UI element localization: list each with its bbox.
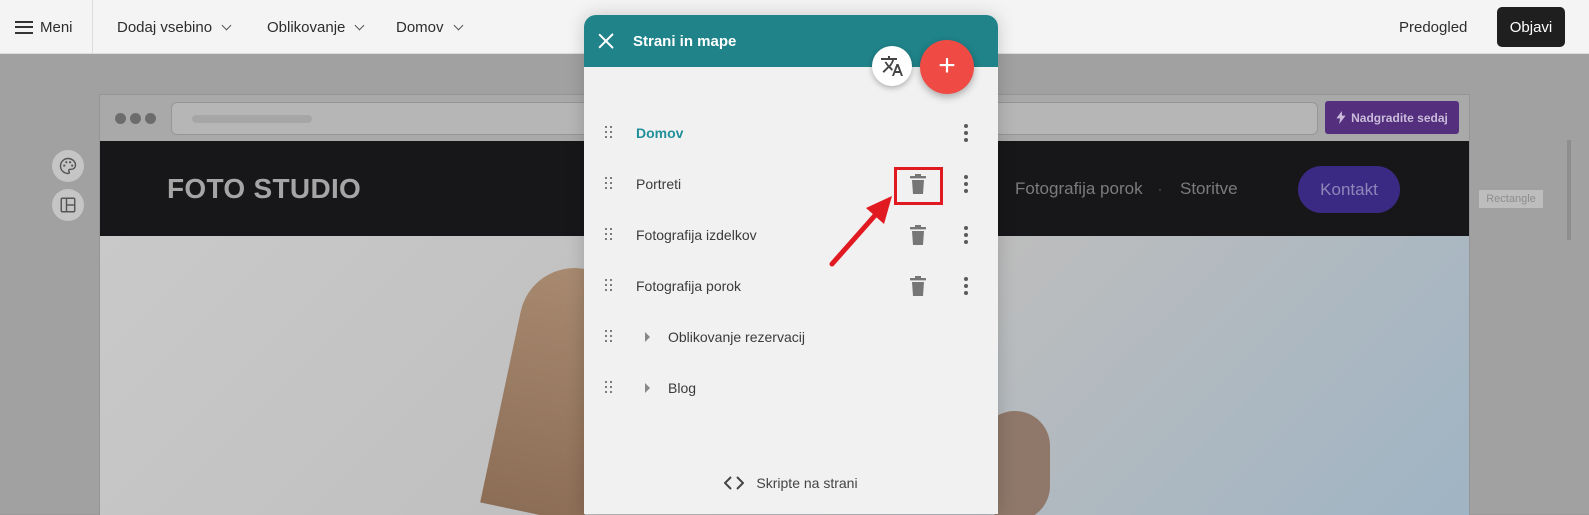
palette-icon — [59, 157, 77, 175]
publish-label: Objavi — [1509, 18, 1553, 36]
upgrade-label: Nadgradite sedaj — [1351, 110, 1448, 125]
design-label: Oblikovanje — [267, 18, 346, 36]
palette-button[interactable] — [52, 150, 84, 182]
site-logo[interactable]: FOTO STUDIO — [167, 141, 361, 236]
drag-handle-icon[interactable] — [605, 228, 613, 242]
nav-separator: · — [1158, 181, 1162, 196]
translate-button[interactable] — [872, 46, 912, 86]
drag-handle-icon[interactable] — [605, 381, 613, 395]
page-label[interactable]: Fotografija porok — [636, 266, 741, 306]
folder-label[interactable]: Blog — [668, 368, 696, 408]
highlight-box — [894, 167, 943, 205]
folder-item-booking-design[interactable]: Oblikovanje rezervacij — [584, 317, 998, 357]
chevron-down-icon — [453, 20, 463, 30]
page-item-wedding-photography[interactable]: Fotografija porok — [584, 266, 998, 306]
folder-label[interactable]: Oblikovanje rezervacij — [668, 317, 805, 357]
more-vertical-icon[interactable] — [963, 124, 969, 142]
page-selector-dropdown[interactable]: Domov — [396, 0, 463, 54]
page-scripts-link[interactable]: Skripte na strani — [584, 471, 998, 495]
preview-label: Predogled — [1399, 18, 1468, 36]
drag-handle-icon[interactable] — [605, 279, 613, 293]
blurred-url — [192, 115, 312, 123]
chevron-down-icon — [354, 20, 365, 30]
lightning-icon — [1336, 111, 1346, 124]
more-vertical-icon[interactable] — [963, 175, 969, 193]
close-icon[interactable] — [595, 30, 617, 52]
caret-right-icon[interactable] — [645, 332, 650, 342]
publish-button[interactable]: Objavi — [1497, 7, 1565, 47]
window-dot — [130, 113, 141, 124]
menu-label: Meni — [40, 18, 73, 36]
plus-icon: + — [938, 48, 956, 82]
rectangle-tag: Rectangle — [1479, 190, 1543, 208]
scrollbar[interactable] — [1567, 140, 1571, 240]
contact-button[interactable]: Kontakt — [1298, 166, 1400, 213]
add-content-label: Dodaj vsebino — [117, 18, 213, 36]
page-item-product-photography[interactable]: Fotografija izdelkov — [584, 215, 998, 255]
design-dropdown[interactable]: Oblikovanje — [267, 0, 365, 54]
more-vertical-icon[interactable] — [963, 226, 969, 244]
add-content-dropdown[interactable]: Dodaj vsebino — [117, 0, 232, 54]
page-item-home[interactable]: Domov — [584, 113, 998, 153]
drag-handle-icon[interactable] — [605, 330, 613, 344]
site-nav-weddings[interactable]: Fotografija porok — [1015, 141, 1143, 236]
code-icon — [724, 476, 745, 490]
site-nav-services[interactable]: Storitve — [1180, 141, 1238, 236]
page-label[interactable]: Domov — [636, 113, 683, 153]
upgrade-button[interactable]: Nadgradite sedaj — [1325, 101, 1459, 134]
chevron-down-icon — [221, 20, 232, 30]
annotation-arrow-icon — [829, 196, 892, 267]
trash-icon[interactable] — [910, 276, 926, 296]
translate-icon — [881, 56, 903, 76]
preview-button[interactable]: Predogled — [1399, 0, 1467, 54]
panel-title: Strani in mape — [633, 32, 737, 50]
menu-button[interactable]: Meni — [15, 0, 73, 54]
drag-handle-icon[interactable] — [605, 177, 613, 191]
toolbar-divider — [92, 0, 93, 54]
page-scripts-label: Skripte na strani — [756, 475, 858, 491]
window-dot — [145, 113, 156, 124]
page-label[interactable]: Fotografija izdelkov — [636, 215, 757, 255]
drag-handle-icon[interactable] — [605, 126, 613, 140]
add-page-button[interactable]: + — [920, 40, 974, 94]
trash-icon[interactable] — [910, 225, 926, 245]
window-dot — [115, 113, 126, 124]
caret-right-icon[interactable] — [645, 383, 650, 393]
page-selector-label: Domov — [396, 18, 444, 36]
folder-item-blog[interactable]: Blog — [584, 368, 998, 408]
menu-icon — [15, 20, 33, 34]
layout-icon — [60, 197, 76, 213]
layout-button[interactable] — [52, 189, 84, 221]
more-vertical-icon[interactable] — [963, 277, 969, 295]
page-label[interactable]: Portreti — [636, 164, 681, 204]
